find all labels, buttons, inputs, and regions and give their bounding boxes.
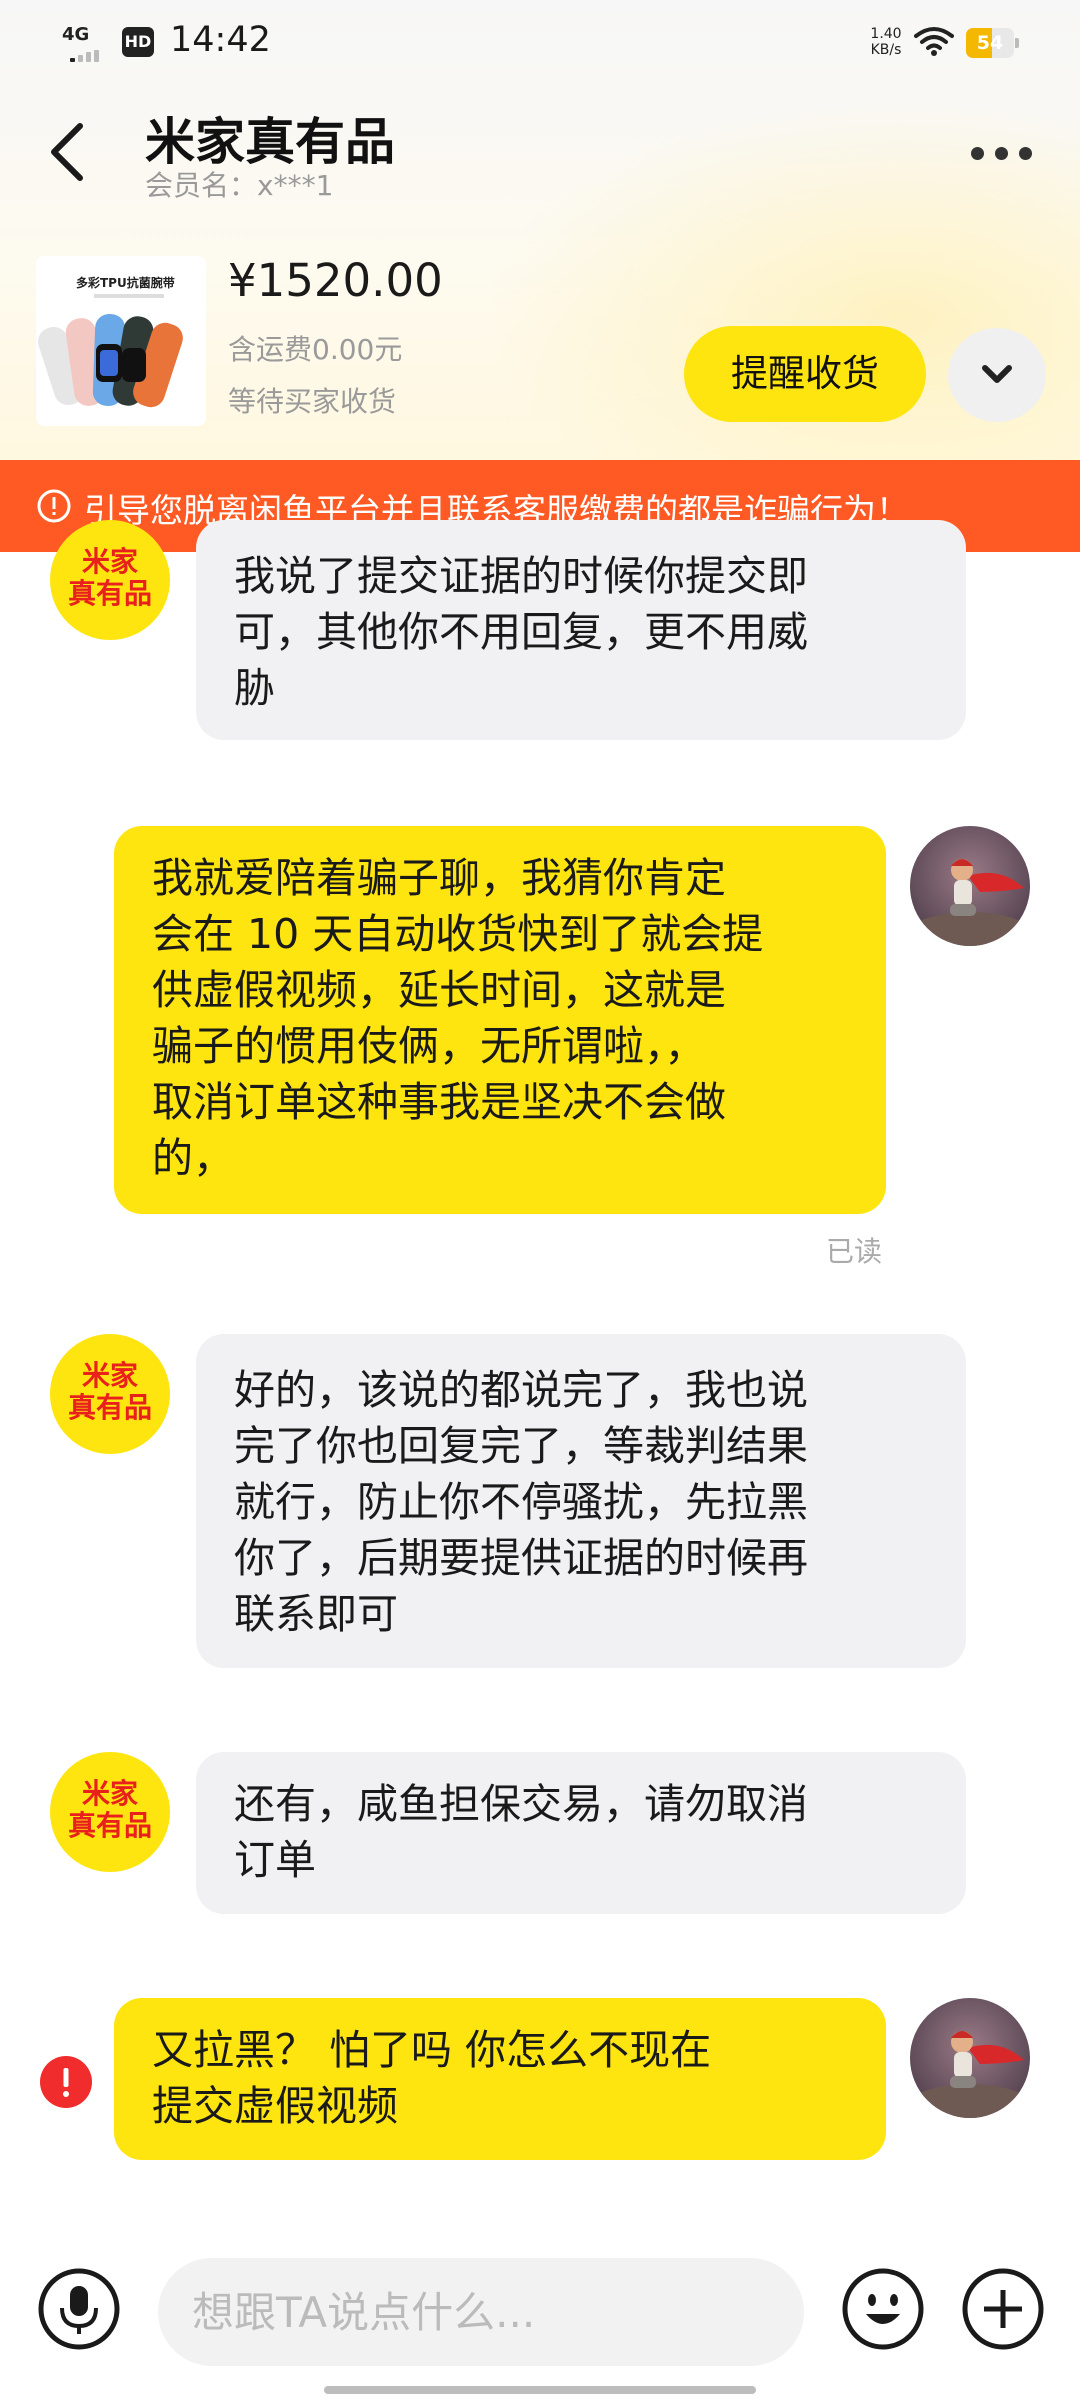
avatar-image <box>910 1998 1030 2118</box>
message-bubble-incoming[interactable]: 我说了提交证据的时候你提交即 可，其他你不用回复，更不用威 胁 <box>196 520 966 740</box>
message-bubble-outgoing[interactable]: 我就爱陪着骗子聊，我猜你肯定 会在 10 天自动收货快到了就会提 供虚假视频，延… <box>114 826 886 1214</box>
shop-avatar-line2: 真有品 <box>67 577 152 610</box>
home-indicator[interactable] <box>324 2386 756 2394</box>
member-label: 会员名： <box>145 169 258 202</box>
watch-bands-illustration <box>38 313 183 408</box>
shop-avatar-line2: 真有品 <box>67 1391 152 1424</box>
message-line: 胁 <box>234 664 275 712</box>
wifi-icon <box>914 27 954 56</box>
more-button[interactable] <box>962 128 1042 178</box>
remind-receipt-button[interactable]: 提醒收货 <box>684 326 926 422</box>
message-line: 供虚假视频，延长时间，这就是 <box>152 966 726 1014</box>
message-line: 好的，该说的都说完了，我也说 <box>234 1366 808 1414</box>
network-speed: 1.40 KB/s <box>864 26 908 58</box>
message-line: 我说了提交证据的时候你提交即 <box>234 552 808 600</box>
shop-avatar[interactable]: 米家 真有品 <box>50 1334 170 1454</box>
shop-avatar-line1: 米家 <box>81 545 138 578</box>
message-line: 还有，咸鱼担保交易，请勿取消 <box>234 1780 808 1828</box>
back-arrow-icon <box>51 123 83 181</box>
read-receipt: 已读 <box>826 1235 883 1268</box>
shop-avatar-line1: 米家 <box>81 1777 138 1810</box>
message-line: 订单 <box>234 1836 316 1884</box>
warning-circle-icon <box>37 489 71 523</box>
message-line: 会在 10 天自动收货快到了就会提 <box>152 910 764 958</box>
message-input[interactable] <box>158 2258 804 2366</box>
battery-level: 54 <box>976 32 1004 54</box>
microphone-icon <box>38 2268 120 2350</box>
message-line: 提交虚假视频 <box>152 2082 398 2130</box>
back-button[interactable] <box>40 112 104 192</box>
shop-avatar[interactable]: 米家 真有品 <box>50 520 170 640</box>
more-dots-icon <box>971 147 984 160</box>
product-price: ¥1520.00 <box>228 254 443 307</box>
avatar-image <box>910 826 1030 946</box>
message-line: 我就爱陪着骗子聊，我猜你肯定 <box>152 854 726 902</box>
message-line: 就行，防止你不停骚扰，先拉黑 <box>234 1478 808 1526</box>
clock: 14:42 <box>170 20 271 60</box>
message-line: 取消订单这种事我是坚决不会做 <box>152 1078 726 1126</box>
message-bubble-incoming[interactable]: 还有，咸鱼担保交易，请勿取消 订单 <box>196 1752 966 1914</box>
member-value: x***1 <box>257 169 334 202</box>
battery-icon: 54 <box>966 28 1020 58</box>
message-bubble-outgoing[interactable]: 又拉黑？ 怕了吗 你怎么不现在 提交虚假视频 <box>114 1998 886 2160</box>
shop-avatar-line1: 米家 <box>81 1359 138 1392</box>
member-info: 会员名：x***1 <box>145 164 333 204</box>
order-status: 等待买家收货 <box>228 385 397 418</box>
message-bubble-incoming[interactable]: 好的，该说的都说完了，我也说 完了你也回复完了，等裁判结果 就行，防止你不停骚扰… <box>196 1334 966 1668</box>
status-bar: 4G HD 14:42 1.40 KB/s 54 <box>0 0 1080 84</box>
chevron-down-icon <box>982 365 1012 383</box>
network-type: 4G <box>62 24 90 45</box>
my-avatar[interactable] <box>910 1998 1030 2118</box>
message-line: 的， <box>152 1134 234 1182</box>
shipping-fee: 含运费0.00元 <box>228 333 403 366</box>
product-image[interactable]: 多彩TPU抗菌腕带 <box>36 256 206 426</box>
speed-unit: KB/s <box>870 42 902 58</box>
signal-icon: 4G <box>62 24 110 62</box>
my-avatar[interactable] <box>910 826 1030 946</box>
shop-avatar-line2: 真有品 <box>67 1809 152 1842</box>
shop-avatar[interactable]: 米家 真有品 <box>50 1752 170 1872</box>
hd-icon: HD <box>122 27 154 57</box>
message-line: 骗子的惯用伎俩，无所谓啦，， <box>152 1022 706 1070</box>
voice-button[interactable] <box>36 2266 122 2352</box>
more-options-button[interactable] <box>960 2266 1046 2352</box>
message-line: 又拉黑？ 怕了吗 你怎么不现在 <box>152 2026 712 2074</box>
error-icon <box>63 2068 69 2097</box>
emoji-icon <box>842 2268 924 2350</box>
message-line: 完了你也回复完了，等裁判结果 <box>234 1422 808 1470</box>
emoji-button[interactable] <box>840 2266 926 2352</box>
send-failed-icon[interactable] <box>40 2056 92 2108</box>
message-line: 可，其他你不用回复，更不用威 <box>234 608 808 656</box>
speed-value: 1.40 <box>870 26 902 42</box>
message-line: 你了，后期要提供证据的时候再 <box>234 1534 808 1582</box>
plus-circle-icon <box>962 2268 1044 2350</box>
message-line: 联系即可 <box>234 1590 398 1638</box>
expand-button[interactable] <box>948 328 1046 422</box>
